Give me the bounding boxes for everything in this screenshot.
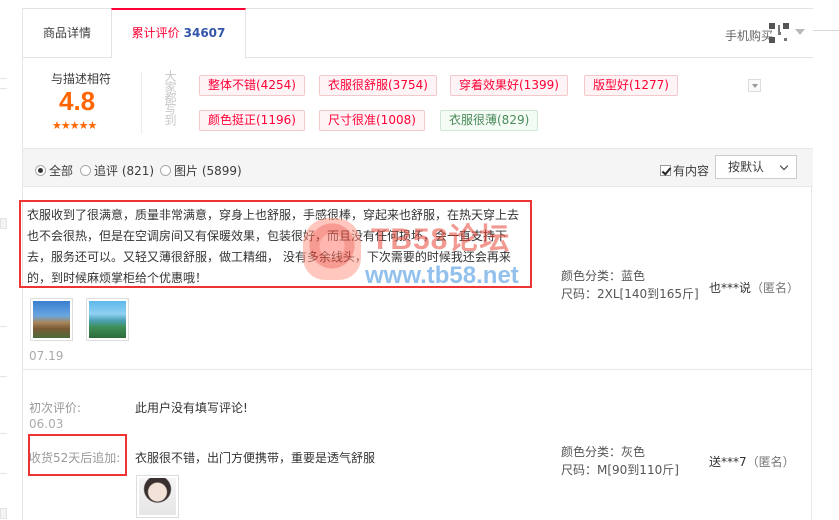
mobile-buy-link[interactable]: 手机购买 [725, 27, 773, 44]
edge-divider [0, 326, 7, 327]
sort-select-value: 按默认 [728, 160, 765, 174]
chevron-down-icon [779, 161, 789, 171]
filter-images[interactable]: 图片 (5899) [160, 162, 242, 179]
radio-icon[interactable] [80, 165, 91, 176]
review-tag[interactable]: 穿着效果好(1399) [450, 75, 568, 96]
checkbox-checked-icon[interactable] [660, 165, 671, 176]
filter-followup[interactable]: 追评 (821) [80, 162, 154, 179]
initial-review-label: 初次评价: [29, 401, 82, 415]
review-sku: 颜色分类：灰色 尺码：M[90到110斤] [561, 443, 679, 479]
score-value: 4.8 [59, 86, 96, 116]
followup-text: 衣服很不错，出门方便携带，重要是透气舒服 [135, 451, 376, 465]
left-page-edge [0, 0, 16, 520]
reviewer-user: 送***7 [709, 455, 747, 469]
expand-tags-icon[interactable] [748, 79, 761, 92]
tags-label: 大家都写到 [163, 70, 177, 125]
review-photo[interactable] [30, 298, 73, 341]
summary-divider [141, 72, 142, 134]
review-item: 衣服收到了很满意，质量非常满意，穿身上也舒服，手感很棒，穿起来也舒服，在热天穿上… [19, 187, 813, 370]
review-photo[interactable] [86, 298, 129, 341]
edge-divider [0, 473, 7, 474]
review-tag[interactable]: 衣服很舒服(3754) [319, 75, 437, 96]
edge-marker [0, 218, 7, 229]
caret-down-icon[interactable] [795, 29, 805, 35]
sku-size: 尺码：M[90到110斤] [561, 463, 679, 477]
reviewer-user: 也***说 [709, 281, 752, 295]
review-tag[interactable]: 颜色挺正(1196) [199, 110, 305, 131]
radio-icon[interactable] [160, 165, 171, 176]
tab-bar: 商品详情 累计评价 34607 手机购买 [23, 8, 813, 59]
filter-images-label: 图片 (5899) [174, 164, 242, 178]
review-tag[interactable]: 版型好(1277) [584, 75, 678, 96]
has-content-label: 有内容 [673, 164, 710, 178]
sku-size: 尺码：2XL[140到165斤] [561, 287, 699, 301]
qr-code-icon[interactable] [769, 23, 789, 43]
reviewer-anonymous: （匿名） [751, 281, 800, 295]
reviews-count: 34607 [183, 26, 226, 40]
reviewer-anonymous: （匿名） [746, 455, 795, 469]
highlight-box [19, 200, 532, 288]
initial-review-text: 此用户没有填写评论! [135, 401, 248, 415]
radio-selected-icon[interactable] [35, 165, 46, 176]
has-content-checkbox[interactable]: 有内容 [660, 162, 709, 179]
filter-all[interactable]: 全部 [35, 162, 73, 179]
edge-divider [0, 78, 7, 79]
review-date: 07.19 [29, 349, 64, 363]
score-label: 与描述相符 [51, 72, 112, 86]
filter-bar: 全部 追评 (821) 图片 (5899) 有内容 按默认 [23, 149, 813, 187]
tab-reviews-label: 累计评价 [131, 26, 180, 40]
sort-select[interactable]: 按默认 [715, 155, 797, 179]
sku-color: 颜色分类：灰色 [561, 445, 646, 459]
reviewer-name: 送***7（匿名） [709, 453, 795, 470]
sku-color: 颜色分类：蓝色 [561, 269, 646, 283]
edge-divider [0, 88, 7, 89]
review-tag[interactable]: 尺寸很准(1008) [319, 110, 425, 131]
review-item: 初次评价: 此用户没有填写评论! 06.03 收货52天后追加: 衣服很不错，出… [23, 370, 813, 520]
review-tag[interactable]: 衣服很薄(829) [440, 110, 539, 131]
reviewer-name: 也***说（匿名） [709, 279, 799, 296]
tab-product-detail[interactable]: 商品详情 [23, 8, 111, 58]
initial-review-date: 06.03 [29, 417, 64, 431]
filter-all-label: 全部 [49, 164, 74, 178]
edge-marker [0, 508, 7, 519]
review-photo[interactable] [136, 475, 179, 518]
highlight-box [28, 434, 127, 476]
edge-divider [0, 376, 7, 377]
review-tag[interactable]: 整体不错(4254) [199, 75, 305, 96]
tab-reviews[interactable]: 累计评价 34607 [111, 8, 246, 59]
review-sku: 颜色分类：蓝色 尺码：2XL[140到165斤] [561, 267, 699, 303]
external-divider [812, 30, 839, 31]
rating-summary: 与描述相符 4.8 ★★★★★ 大家都写到 整体不错(4254) 衣服很舒服(3… [23, 58, 813, 149]
edge-divider [0, 433, 7, 434]
reviews-panel: 商品详情 累计评价 34607 手机购买 与描述相符 4.8 ★★★★★ 大家都写… [19, 8, 813, 520]
star-rating-icon: ★★★★★ [52, 119, 97, 132]
filter-followup-label: 追评 (821) [94, 164, 155, 178]
